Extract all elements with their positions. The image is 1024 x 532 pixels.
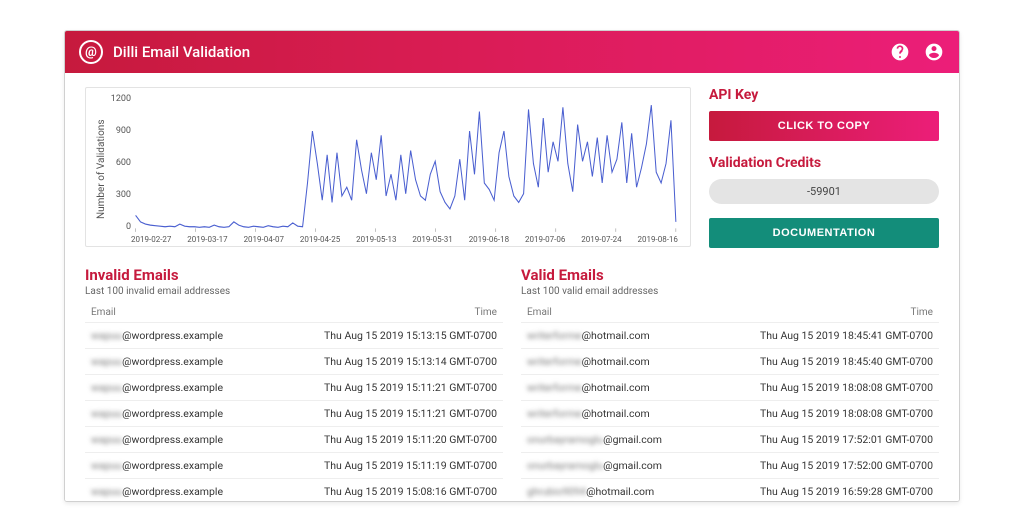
table-row: writerforme@hotmail.comThu Aug 15 2019 1… bbox=[521, 323, 939, 349]
table-row: writerforme@hotmail.comThu Aug 15 2019 1… bbox=[521, 375, 939, 401]
table-row: wapuu@wordpress.exampleThu Aug 15 2019 1… bbox=[85, 453, 503, 479]
side-panel: API Key CLICK TO COPY Validation Credits… bbox=[709, 87, 939, 248]
copy-api-key-button[interactable]: CLICK TO COPY bbox=[709, 111, 939, 141]
time-cell: Thu Aug 15 2019 15:13:14 GMT-0700 bbox=[268, 349, 503, 375]
credits-value: -59901 bbox=[709, 179, 939, 204]
time-cell: Thu Aug 15 2019 15:11:20 GMT-0700 bbox=[268, 427, 503, 453]
invalid-heading: Invalid Emails bbox=[85, 266, 503, 284]
table-row: wapuu@wordpress.exampleThu Aug 15 2019 1… bbox=[85, 479, 503, 502]
time-cell: Thu Aug 15 2019 17:52:00 GMT-0700 bbox=[706, 453, 939, 479]
table-row: ghrubio9094@hotmail.comThu Aug 15 2019 1… bbox=[521, 479, 939, 502]
credits-heading: Validation Credits bbox=[709, 155, 939, 171]
email-cell: wapuu@wordpress.example bbox=[85, 375, 268, 401]
time-cell: Thu Aug 15 2019 15:11:21 GMT-0700 bbox=[268, 401, 503, 427]
logo-glyph: @ bbox=[85, 45, 97, 60]
time-cell: Thu Aug 15 2019 18:08:08 GMT-0700 bbox=[706, 375, 939, 401]
invalid-table: Email Time wapuu@wordpress.exampleThu Au… bbox=[85, 303, 503, 501]
time-cell: Thu Aug 15 2019 18:08:08 GMT-0700 bbox=[706, 401, 939, 427]
email-cell: writerforme@hotmail.com bbox=[521, 375, 706, 401]
table-row: wapuu@wordpress.exampleThu Aug 15 2019 1… bbox=[85, 349, 503, 375]
email-cell: wapuu@wordpress.example bbox=[85, 401, 268, 427]
account-icon[interactable] bbox=[923, 41, 945, 63]
invalid-col-email: Email bbox=[85, 303, 268, 323]
email-cell: onurbayramoglu@gmail.com bbox=[521, 453, 706, 479]
chart-x-ticks: 2019-02-272019-03-172019-04-072019-04-25… bbox=[109, 233, 682, 244]
invalid-col-time: Time bbox=[268, 303, 503, 323]
help-icon[interactable] bbox=[889, 41, 911, 63]
email-cell: writerforme@hotmail.com bbox=[521, 349, 706, 375]
valid-sub: Last 100 valid email addresses bbox=[521, 286, 939, 297]
valid-col-time: Time bbox=[706, 303, 939, 323]
chart-svg bbox=[109, 94, 682, 233]
table-row: wapuu@wordpress.exampleThu Aug 15 2019 1… bbox=[85, 323, 503, 349]
table-row: onurbayramoglu@gmail.comThu Aug 15 2019 … bbox=[521, 427, 939, 453]
email-cell: wapuu@wordpress.example bbox=[85, 479, 268, 502]
documentation-button[interactable]: DOCUMENTATION bbox=[709, 218, 939, 248]
email-cell: wapuu@wordpress.example bbox=[85, 427, 268, 453]
invalid-emails-panel: Invalid Emails Last 100 invalid email ad… bbox=[85, 266, 503, 501]
app-title: Dilli Email Validation bbox=[113, 43, 250, 61]
logo-icon: @ bbox=[79, 40, 103, 64]
email-cell: writerforme@hotmail.com bbox=[521, 323, 706, 349]
email-cell: wapuu@wordpress.example bbox=[85, 349, 268, 375]
time-cell: Thu Aug 15 2019 16:59:28 GMT-0700 bbox=[706, 479, 939, 502]
email-cell: onurbayramoglu@gmail.com bbox=[521, 427, 706, 453]
time-cell: Thu Aug 15 2019 15:11:21 GMT-0700 bbox=[268, 375, 503, 401]
table-row: writerforme@hotmail.comThu Aug 15 2019 1… bbox=[521, 401, 939, 427]
time-cell: Thu Aug 15 2019 15:08:16 GMT-0700 bbox=[268, 479, 503, 502]
valid-table: Email Time writerforme@hotmail.comThu Au… bbox=[521, 303, 939, 501]
time-cell: Thu Aug 15 2019 15:11:19 GMT-0700 bbox=[268, 453, 503, 479]
time-cell: Thu Aug 15 2019 18:45:40 GMT-0700 bbox=[706, 349, 939, 375]
email-cell: wapuu@wordpress.example bbox=[85, 453, 268, 479]
valid-emails-panel: Valid Emails Last 100 valid email addres… bbox=[521, 266, 939, 501]
email-cell: ghrubio9094@hotmail.com bbox=[521, 479, 706, 502]
valid-heading: Valid Emails bbox=[521, 266, 939, 284]
body-scroll[interactable]: Number of Validations 12009006003000 201… bbox=[65, 73, 959, 501]
invalid-sub: Last 100 invalid email addresses bbox=[85, 286, 503, 297]
validations-chart: Number of Validations 12009006003000 201… bbox=[85, 87, 691, 247]
email-cell: wapuu@wordpress.example bbox=[85, 323, 268, 349]
time-cell: Thu Aug 15 2019 15:13:15 GMT-0700 bbox=[268, 323, 503, 349]
valid-col-email: Email bbox=[521, 303, 706, 323]
chart-y-ticks: 12009006003000 bbox=[109, 94, 131, 232]
chart-y-label: Number of Validations bbox=[94, 94, 109, 244]
header-bar: @ Dilli Email Validation bbox=[65, 31, 959, 73]
table-row: writerforme@hotmail.comThu Aug 15 2019 1… bbox=[521, 349, 939, 375]
table-row: wapuu@wordpress.exampleThu Aug 15 2019 1… bbox=[85, 401, 503, 427]
api-key-heading: API Key bbox=[709, 87, 939, 103]
table-row: onurbayramoglu@gmail.comThu Aug 15 2019 … bbox=[521, 453, 939, 479]
table-row: wapuu@wordpress.exampleThu Aug 15 2019 1… bbox=[85, 427, 503, 453]
time-cell: Thu Aug 15 2019 17:52:01 GMT-0700 bbox=[706, 427, 939, 453]
email-cell: writerforme@hotmail.com bbox=[521, 401, 706, 427]
app-frame: @ Dilli Email Validation Number of Valid… bbox=[64, 30, 960, 502]
time-cell: Thu Aug 15 2019 18:45:41 GMT-0700 bbox=[706, 323, 939, 349]
table-row: wapuu@wordpress.exampleThu Aug 15 2019 1… bbox=[85, 375, 503, 401]
